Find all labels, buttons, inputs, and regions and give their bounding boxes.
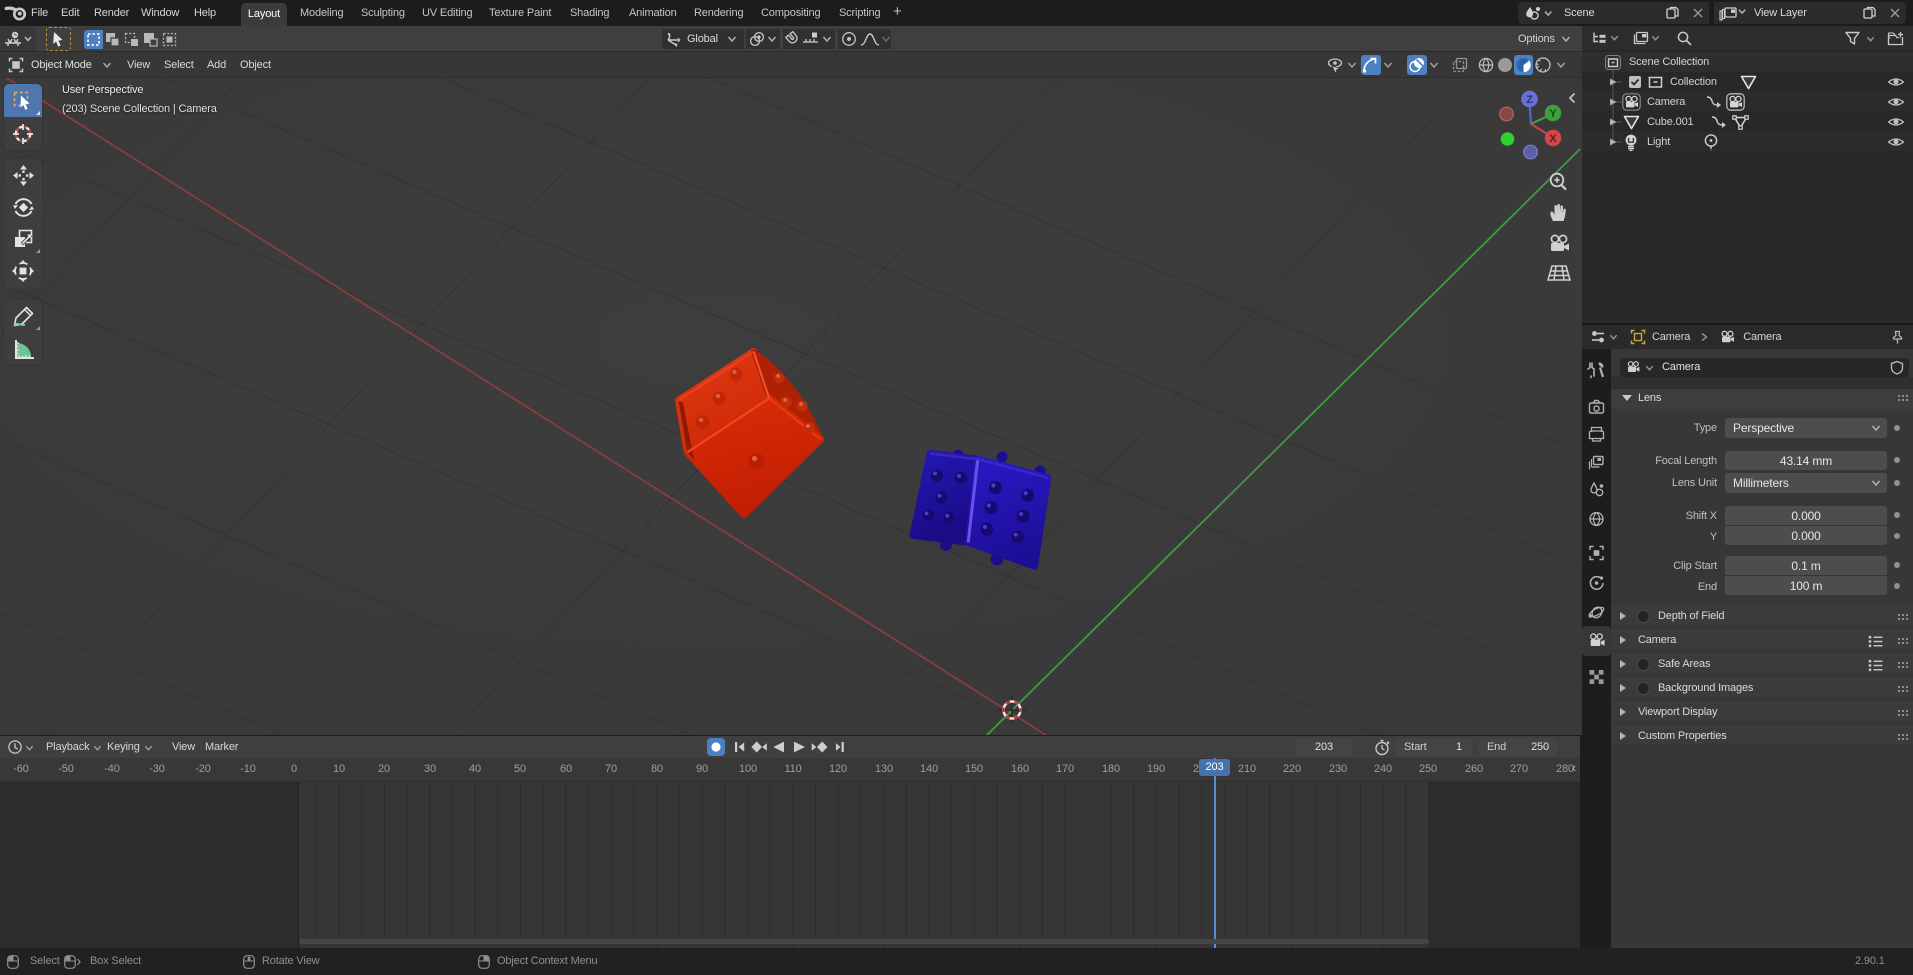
svg-text:Z: Z bbox=[1526, 94, 1533, 106]
svg-text:Y: Y bbox=[1549, 108, 1557, 120]
svg-text:X: X bbox=[1549, 133, 1557, 145]
